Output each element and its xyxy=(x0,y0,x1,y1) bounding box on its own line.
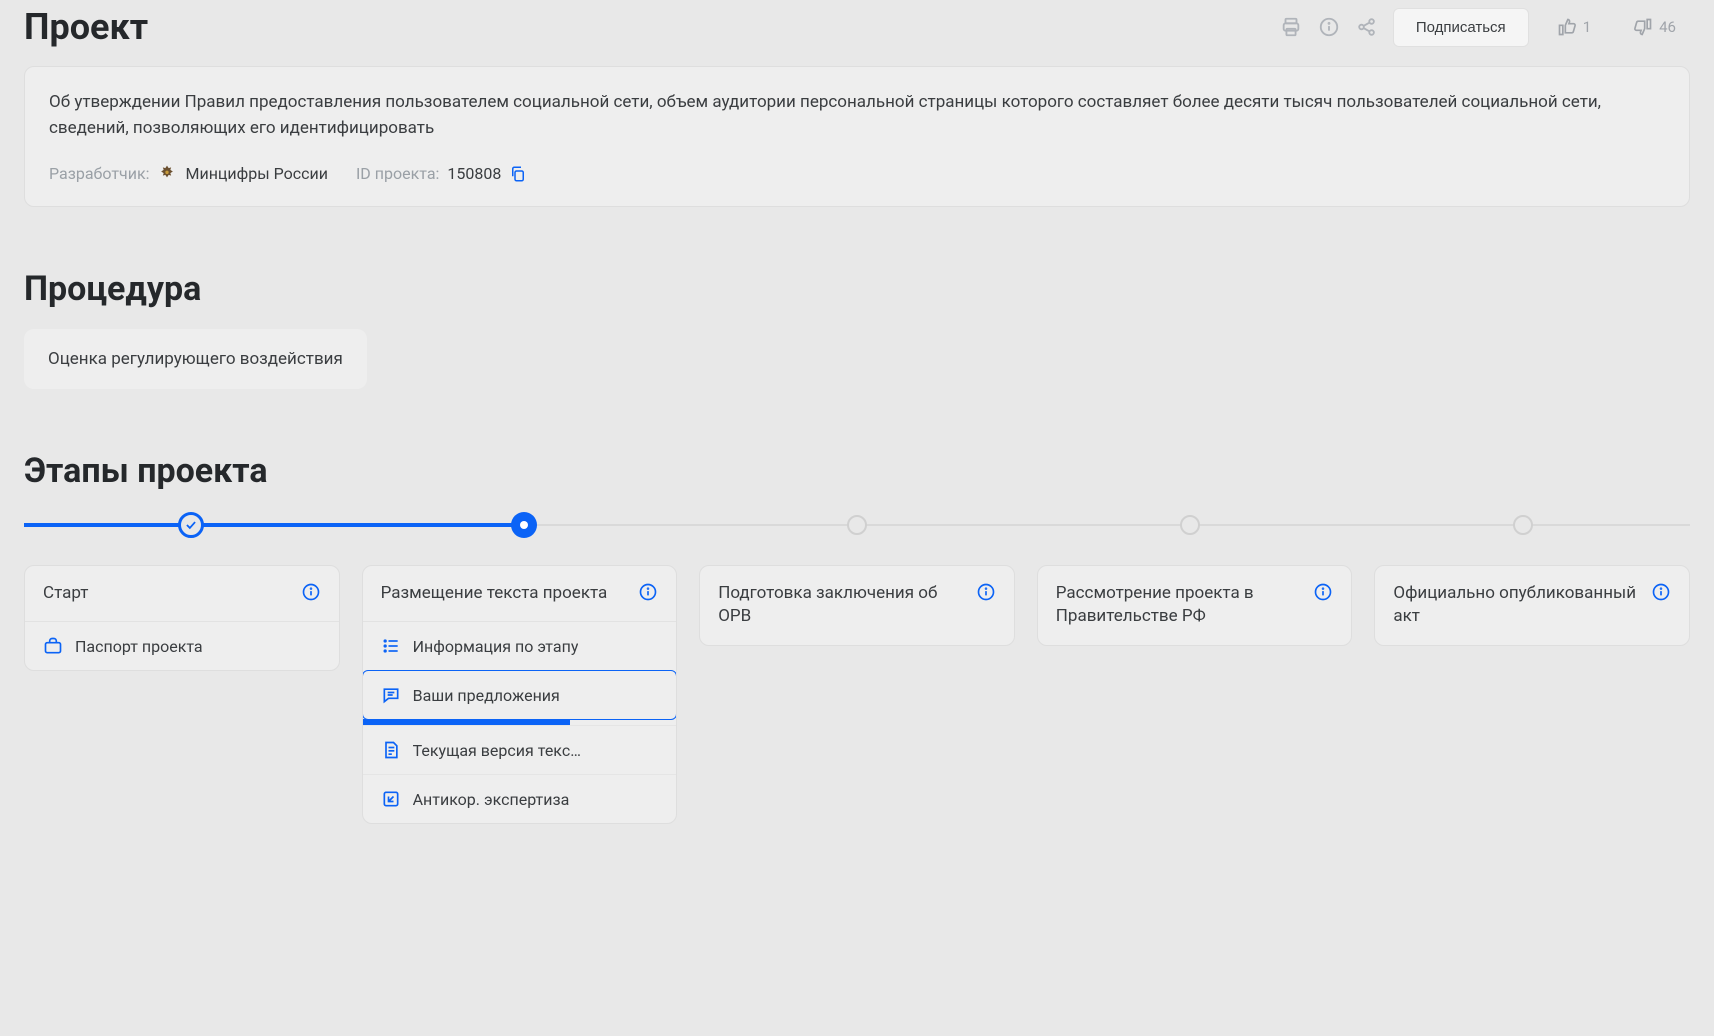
stage-info-icon[interactable] xyxy=(976,582,996,602)
page-title: Проект xyxy=(24,6,148,48)
project-id-meta: ID проекта: 150808 xyxy=(356,164,527,183)
stage-title: Официально опубликованный акт xyxy=(1393,582,1641,630)
stage-title: Старт xyxy=(43,582,88,606)
stage-title: Рассмотрение проекта в Правительстве РФ xyxy=(1056,582,1304,630)
stage-card-text-placement: Размещение текста проекта Информация по … xyxy=(362,565,678,825)
edit-icon xyxy=(381,789,401,809)
stage-card-orv: Подготовка заключения об ОРВ xyxy=(699,565,1015,647)
timeline-node-future xyxy=(847,515,867,535)
timeline-node-future xyxy=(1180,515,1200,535)
stage-item-suggestions[interactable]: Ваши предложения xyxy=(362,670,678,720)
dislike-count: 46 xyxy=(1659,18,1676,36)
copy-id-icon[interactable] xyxy=(509,165,527,183)
stage-info-icon[interactable] xyxy=(1651,582,1671,602)
stage-item-info[interactable]: Информация по этапу xyxy=(363,622,677,670)
stage-title: Подготовка заключения об ОРВ xyxy=(718,582,966,630)
info-icon[interactable] xyxy=(1317,15,1341,39)
dislike-button[interactable]: 46 xyxy=(1619,7,1690,47)
header-actions: Подписаться 1 46 xyxy=(1279,7,1690,47)
project-description: Об утверждении Правил предоставления пол… xyxy=(49,89,1665,142)
project-info-card: Об утверждении Правил предоставления пол… xyxy=(24,66,1690,207)
stage-card-published: Официально опубликованный акт xyxy=(1374,565,1690,647)
chat-icon xyxy=(381,685,401,705)
timeline xyxy=(24,511,1690,539)
stage-item-anticorruption[interactable]: Антикор. экспертиза xyxy=(363,774,677,823)
procedure-tag: Оценка регулирующего воздействия xyxy=(24,329,367,389)
stage-item-current-text[interactable]: Текущая версия текс… xyxy=(363,725,677,774)
like-button[interactable]: 1 xyxy=(1543,7,1605,47)
stage-card-government: Рассмотрение проекта в Правительстве РФ xyxy=(1037,565,1353,647)
timeline-node-current xyxy=(511,512,537,538)
briefcase-icon xyxy=(43,636,63,656)
share-icon[interactable] xyxy=(1355,15,1379,39)
timeline-node-future xyxy=(1513,515,1533,535)
stage-info-icon[interactable] xyxy=(1313,582,1333,602)
subscribe-button[interactable]: Подписаться xyxy=(1393,8,1529,47)
stage-info-icon[interactable] xyxy=(638,582,658,602)
stage-info-icon[interactable] xyxy=(301,582,321,602)
stage-card-start: Старт Паспорт проекта xyxy=(24,565,340,672)
developer-meta: Разработчик: Минцифры России xyxy=(49,164,328,184)
emblem-icon xyxy=(157,164,177,184)
like-count: 1 xyxy=(1583,18,1591,36)
stages-heading: Этапы проекта xyxy=(24,451,1690,491)
document-icon xyxy=(381,740,401,760)
stage-item-passport[interactable]: Паспорт проекта xyxy=(25,622,339,670)
list-icon xyxy=(381,636,401,656)
print-icon[interactable] xyxy=(1279,15,1303,39)
timeline-node-done xyxy=(178,512,204,538)
procedure-heading: Процедура xyxy=(24,269,1690,309)
thumbs-up-icon xyxy=(1557,17,1577,37)
thumbs-down-icon xyxy=(1633,17,1653,37)
stage-title: Размещение текста проекта xyxy=(381,582,608,606)
